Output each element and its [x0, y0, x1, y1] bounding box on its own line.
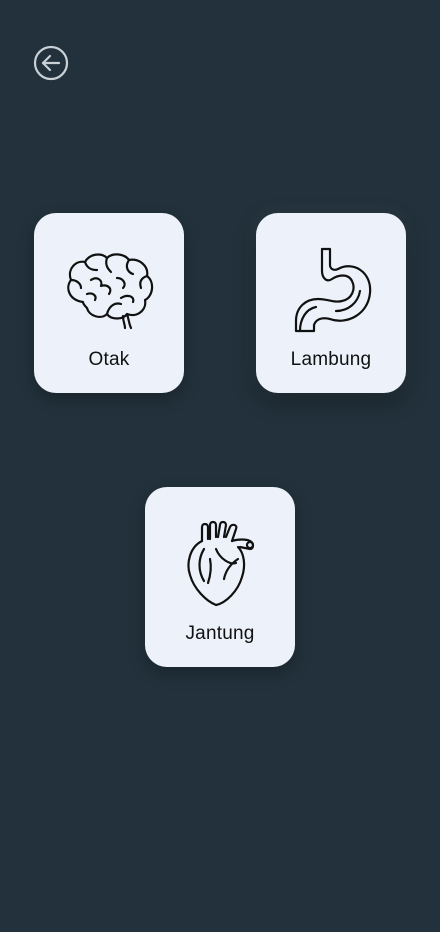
heart-organ-icon: [170, 519, 270, 609]
organ-card-otak[interactable]: Otak: [34, 213, 184, 393]
stomach-icon: [281, 245, 381, 335]
organ-card-lambung[interactable]: Lambung: [256, 213, 406, 393]
arrow-left-circle-icon: [33, 45, 69, 81]
organ-label-otak: Otak: [88, 349, 130, 370]
brain-icon: [59, 245, 159, 335]
organ-label-jantung: Jantung: [185, 623, 255, 644]
organ-card-jantung[interactable]: Jantung: [145, 487, 295, 667]
back-button[interactable]: [33, 45, 69, 81]
organ-label-lambung: Lambung: [290, 349, 372, 370]
